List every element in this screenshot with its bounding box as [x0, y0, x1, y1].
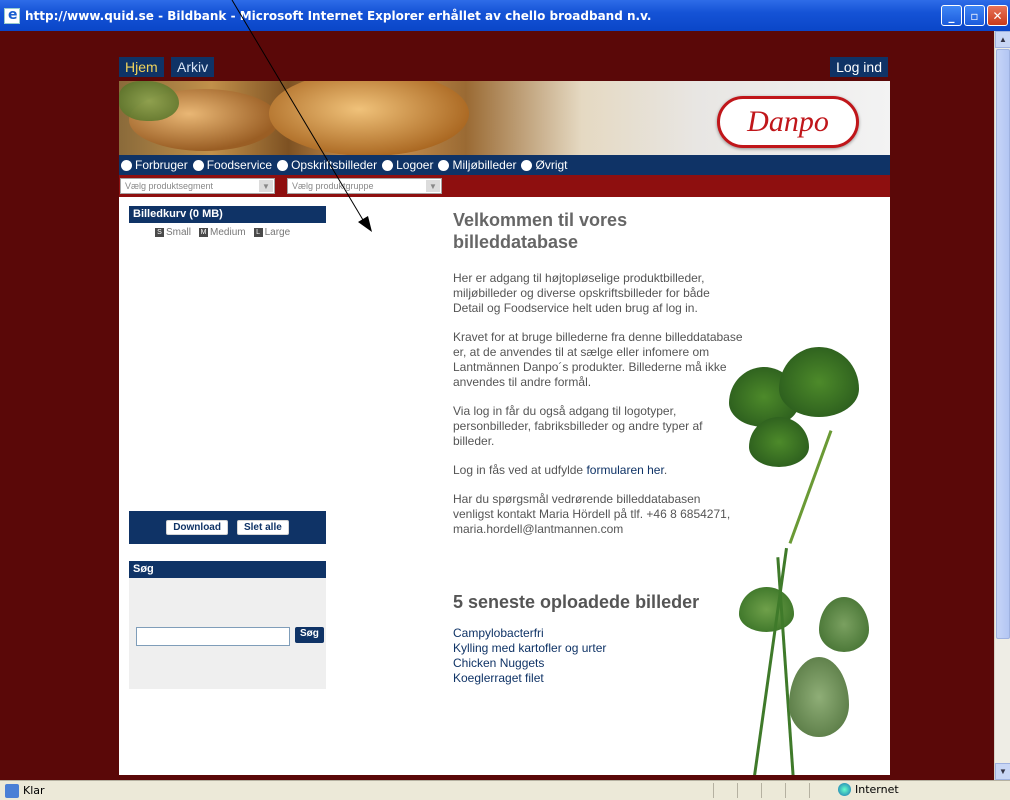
basket-actions: Download Slet alle	[129, 511, 326, 544]
size-label: Small	[166, 227, 192, 238]
size-badge: L	[253, 228, 263, 237]
danpo-logo[interactable]: Danpo	[717, 96, 859, 148]
signup-text-end: .	[663, 463, 668, 477]
login-link[interactable]: Log ind	[830, 57, 888, 77]
security-zone: Internet	[838, 783, 899, 796]
bullet-icon	[277, 159, 289, 171]
bullet-icon	[121, 159, 132, 171]
category-bar: Forbruger Foodservice Opskriftsbilleder …	[119, 155, 890, 175]
internet-explorer-icon	[4, 7, 20, 24]
category-item[interactable]: Foodservice	[192, 158, 273, 172]
contact-paragraph: Har du spørgsmål vedrørende billeddataba…	[453, 492, 731, 536]
category-label: Logoer	[396, 158, 434, 172]
download-button[interactable]: Download	[166, 520, 228, 535]
basket-panel: Billedkurv (0 MB) S Small M Medium L Large	[129, 206, 326, 238]
maximize-button[interactable]: ▫	[964, 5, 985, 26]
scroll-down-icon[interactable]: ▼	[995, 763, 1010, 780]
page-icon	[5, 783, 19, 798]
nav-home-link[interactable]: Hjem	[119, 57, 164, 77]
upload-link[interactable]: Campylobacterfri	[453, 626, 743, 641]
intro-paragraph: Her er adgang til højtopløselige produkt…	[453, 271, 710, 315]
size-medium-option[interactable]: M Medium	[199, 227, 246, 238]
chevron-down-icon: ▼	[259, 180, 273, 192]
category-item[interactable]: Øvrigt	[521, 158, 568, 172]
logo-text: Danpo	[747, 105, 829, 138]
bullet-icon	[521, 159, 533, 171]
banner-herb-image	[119, 81, 179, 121]
welcome-section: Velkommen til vores billeddatabase Her e…	[453, 209, 743, 686]
product-group-select[interactable]: Vælg produktgruppe ▼	[287, 178, 442, 194]
web-page: Hjem Arkiv Log ind Danpo Forbruger Foods…	[119, 55, 890, 775]
search-input[interactable]	[136, 627, 290, 646]
category-item[interactable]: Miljøbilleder	[438, 158, 516, 172]
bullet-icon	[438, 159, 450, 171]
category-label: Forbruger	[135, 158, 188, 172]
category-label: Øvrigt	[535, 158, 568, 172]
close-button[interactable]: ✕	[987, 5, 1008, 26]
header-banner: Danpo	[119, 81, 890, 155]
minimize-button[interactable]: _	[941, 5, 962, 26]
upload-link[interactable]: Kylling med kartofler og urter	[453, 641, 743, 656]
signup-text: Log in fås ved at udfylde	[453, 463, 587, 477]
status-text: Klar	[23, 784, 45, 797]
terms-paragraph: Kravet for at bruge billederne fra denne…	[453, 330, 743, 389]
page-title: Velkommen til vores billeddatabase	[453, 210, 628, 252]
signup-form-link[interactable]: formularen her	[586, 463, 663, 477]
category-item[interactable]: Logoer	[382, 158, 433, 172]
size-badge: M	[199, 228, 209, 237]
category-label: Opskriftsbilleder	[291, 158, 378, 172]
bullet-icon	[382, 159, 394, 171]
page-content: Billedkurv (0 MB) S Small M Medium L Large …	[119, 197, 890, 775]
top-navigation: Hjem Arkiv Log ind	[119, 55, 890, 81]
bullet-icon	[192, 159, 204, 171]
search-title: Søg	[129, 561, 326, 578]
category-item[interactable]: Opskriftsbilleder	[277, 158, 377, 172]
login-info-paragraph: Via log in får du også adgang til logoty…	[453, 404, 703, 448]
filter-bar: Vælg produktsegment ▼ Vælg produktgruppe…	[119, 175, 890, 197]
category-label: Foodservice	[206, 158, 273, 172]
size-options: S Small M Medium L Large	[129, 223, 326, 238]
search-panel: Søg Søg	[129, 561, 326, 689]
banner-food-image	[269, 81, 469, 155]
chevron-down-icon: ▼	[426, 180, 440, 192]
category-label: Miljøbilleder	[452, 158, 517, 172]
select-value: Vælg produktgruppe	[292, 181, 374, 191]
signup-paragraph: Log in fås ved at udfylde formularen her…	[453, 463, 743, 478]
scroll-up-icon[interactable]: ▲	[995, 31, 1010, 48]
window-title-bar: http://www.quid.se - Bildbank - Microsof…	[0, 0, 1010, 31]
size-badge: S	[155, 228, 164, 237]
window-controls: _ ▫ ✕	[941, 5, 1008, 26]
size-large-option[interactable]: L Large	[253, 227, 291, 238]
globe-icon	[838, 783, 851, 796]
search-button[interactable]: Søg	[295, 627, 324, 643]
delete-all-button[interactable]: Slet alle	[236, 520, 289, 535]
scroll-thumb[interactable]	[996, 49, 1010, 639]
size-small-option[interactable]: S Small	[155, 227, 191, 238]
upload-link[interactable]: Chicken Nuggets	[453, 656, 743, 671]
basket-title: Billedkurv (0 MB)	[129, 206, 326, 223]
window-title: http://www.quid.se - Bildbank - Microsof…	[25, 8, 652, 23]
upload-link[interactable]: Koeglerraget filet	[453, 671, 743, 686]
status-dividers	[713, 783, 833, 798]
status-bar: Klar Internet	[0, 780, 1010, 800]
recent-uploads-list: Campylobacterfri Kylling med kartofler o…	[453, 626, 743, 686]
size-label: Medium	[210, 227, 246, 238]
vertical-scrollbar[interactable]: ▲ ▼	[994, 31, 1010, 780]
category-item[interactable]: Forbruger	[121, 158, 188, 172]
zone-label: Internet	[855, 783, 899, 796]
nav-archive-link[interactable]: Arkiv	[171, 57, 215, 77]
recent-uploads-heading: 5 seneste oploadede billeder	[453, 592, 700, 612]
herbs-image	[709, 347, 889, 775]
select-value: Vælg produktsegment	[125, 181, 214, 191]
size-label: Large	[264, 227, 291, 238]
product-segment-select[interactable]: Vælg produktsegment ▼	[120, 178, 275, 194]
